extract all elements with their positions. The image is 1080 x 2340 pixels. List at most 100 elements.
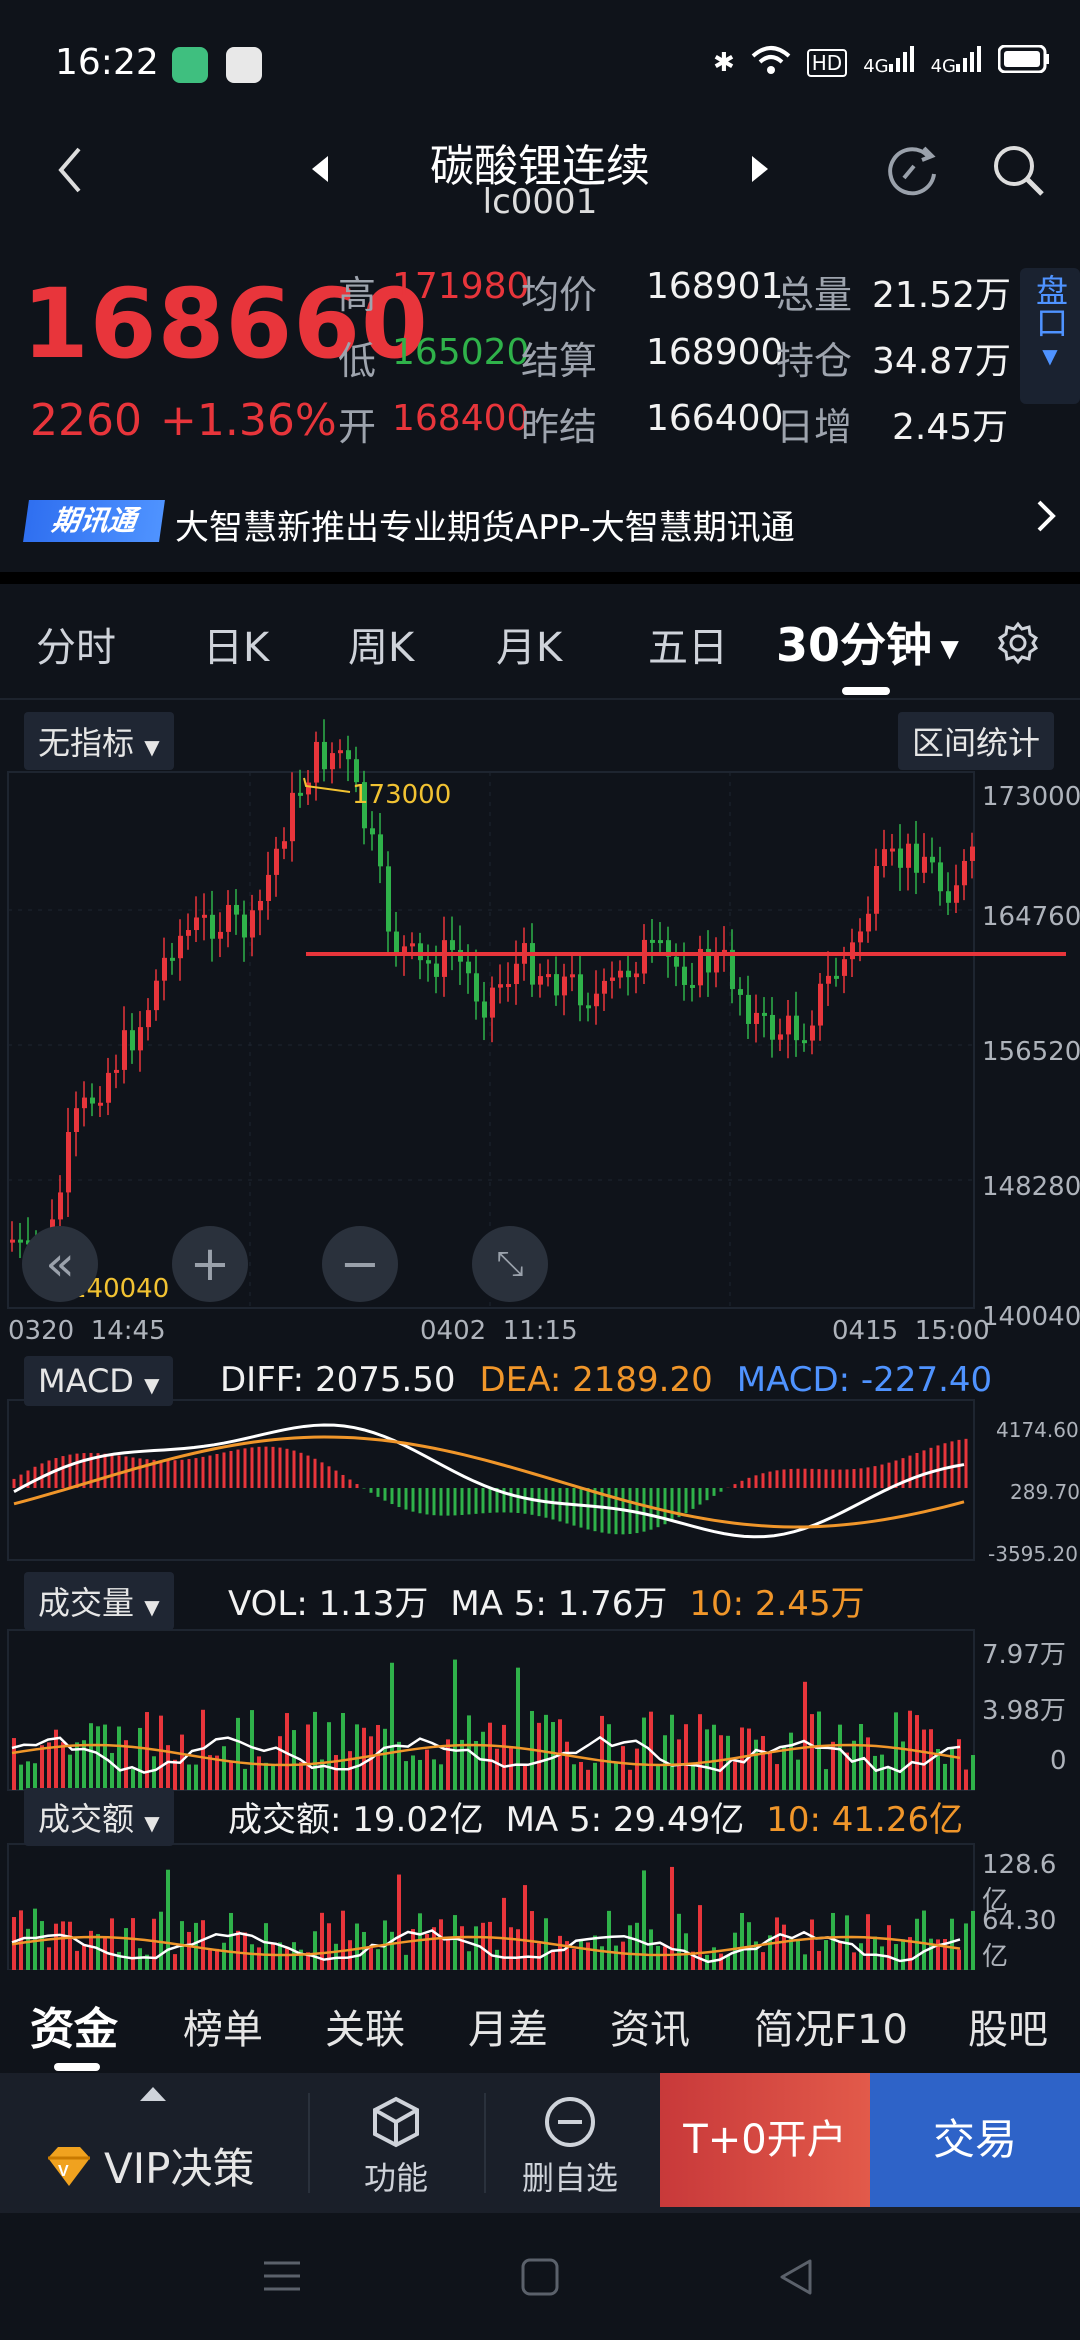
volume-bar bbox=[278, 1736, 282, 1790]
tab-rankings[interactable]: 榜单 bbox=[183, 1997, 263, 2055]
x-tick: 0415 15:00 bbox=[832, 1316, 990, 1346]
remove-watchlist-button[interactable]: 删自选 bbox=[514, 2095, 626, 2199]
tab-30min[interactable]: 30分钟 ▼ bbox=[776, 609, 959, 675]
candle-body bbox=[818, 983, 823, 1026]
volume-bar bbox=[138, 1727, 142, 1790]
oi-value: 34.87万 bbox=[872, 341, 1012, 382]
caret-down-icon: ▼ bbox=[144, 1373, 160, 1397]
volume-bar bbox=[453, 1659, 457, 1790]
caret-down-icon: ▼ bbox=[144, 1595, 160, 1619]
amount-bar bbox=[341, 1910, 345, 1970]
tab-monthly-k[interactable]: 月K bbox=[496, 615, 562, 673]
vip-button[interactable]: V VIP决策 bbox=[44, 2135, 254, 2196]
candle-body bbox=[970, 846, 975, 861]
change-percent: +1.36% bbox=[159, 395, 337, 446]
candle-body bbox=[394, 931, 399, 953]
volume-bar bbox=[145, 1712, 149, 1790]
change-value: 2260 bbox=[30, 395, 142, 446]
macd-dropdown[interactable]: MACD ▼ bbox=[24, 1356, 174, 1406]
next-contract-icon[interactable] bbox=[748, 154, 772, 188]
chevron-right-icon bbox=[1036, 498, 1056, 542]
candle-body bbox=[826, 975, 831, 984]
amount-label: 成交额 bbox=[38, 1800, 135, 1838]
tab-timeshare[interactable]: 分时 bbox=[36, 615, 116, 673]
amount-bar bbox=[887, 1925, 891, 1970]
candle-body bbox=[738, 989, 743, 995]
candle-body bbox=[298, 792, 303, 796]
price-change: 2260 +1.36% bbox=[30, 395, 337, 446]
kline-chart-area[interactable]: 无指标 ▼ 区间统计 173000 140040 173000 164760 1… bbox=[0, 700, 1080, 1972]
amount-bar bbox=[376, 1949, 380, 1970]
indicator-dropdown[interactable]: 无指标 ▼ bbox=[24, 712, 174, 770]
tab-funds[interactable]: 资金 bbox=[30, 1993, 118, 2057]
candle-body bbox=[450, 940, 455, 950]
tab-weekly-k[interactable]: 周K bbox=[348, 615, 414, 673]
zoom-out-icon[interactable]: − bbox=[322, 1226, 398, 1302]
scroll-left-icon[interactable]: « bbox=[22, 1226, 98, 1302]
tab-related[interactable]: 关联 bbox=[325, 1997, 405, 2055]
fullscreen-icon[interactable]: ⤡ bbox=[472, 1226, 548, 1302]
volume-bar bbox=[26, 1761, 30, 1790]
candle-body bbox=[690, 984, 695, 988]
function-button[interactable]: 功能 bbox=[356, 2095, 436, 2199]
refresh-icon[interactable] bbox=[884, 142, 942, 204]
volume-bar bbox=[768, 1752, 772, 1790]
volume-bar bbox=[789, 1732, 793, 1790]
pankou-button[interactable]: 盘口 ▼ bbox=[1020, 268, 1080, 404]
volume-bar bbox=[852, 1740, 856, 1790]
expand-up-icon[interactable] bbox=[138, 2083, 168, 2107]
tab-f10[interactable]: 简况F10 bbox=[754, 1997, 908, 2055]
tab-daily-k[interactable]: 日K bbox=[203, 615, 269, 673]
amount-bar bbox=[488, 1921, 492, 1970]
candle-body bbox=[482, 1001, 487, 1018]
amount-bar bbox=[446, 1936, 450, 1970]
back-nav-icon[interactable] bbox=[776, 2257, 816, 2301]
candle-body bbox=[842, 959, 847, 976]
tab-five-day[interactable]: 五日 bbox=[648, 615, 728, 673]
search-icon[interactable] bbox=[990, 142, 1048, 204]
tab-month-spread[interactable]: 月差 bbox=[468, 1997, 548, 2055]
candle-body bbox=[474, 973, 479, 1002]
amount-bar bbox=[47, 1947, 51, 1970]
home-nav-icon[interactable] bbox=[520, 2257, 560, 2301]
tab-forum[interactable]: 股吧 bbox=[968, 1997, 1048, 2055]
trade-button[interactable]: 交易 bbox=[870, 2073, 1080, 2207]
amount-bar bbox=[285, 1948, 289, 1970]
zoom-in-icon[interactable]: + bbox=[172, 1226, 248, 1302]
volume-bar bbox=[621, 1746, 625, 1790]
volume-bar bbox=[187, 1764, 191, 1790]
amount-bar bbox=[313, 1931, 317, 1970]
candle-body bbox=[90, 1097, 95, 1104]
volume-bar bbox=[439, 1764, 443, 1790]
macd-tick: 289.70 bbox=[1010, 1480, 1080, 1504]
candle-body bbox=[258, 900, 263, 911]
promo-banner[interactable]: 期讯通 大智慧新推出专业期货APP-大智慧期讯通 bbox=[0, 472, 1080, 568]
amount-bar bbox=[628, 1925, 632, 1970]
volume-bar bbox=[838, 1724, 842, 1790]
diamond-icon: V bbox=[48, 2146, 90, 2186]
range-stat-button[interactable]: 区间统计 bbox=[898, 712, 1055, 770]
amount-bar bbox=[187, 1931, 191, 1970]
amount-bar bbox=[82, 1945, 86, 1970]
volume-bar bbox=[628, 1769, 632, 1790]
volume-bar bbox=[82, 1740, 86, 1790]
volume-bar bbox=[243, 1768, 247, 1790]
battery-icon bbox=[997, 44, 1050, 80]
volume-bar bbox=[425, 1749, 429, 1790]
tab-news[interactable]: 资讯 bbox=[610, 1997, 690, 2055]
menu-nav-icon[interactable] bbox=[262, 2259, 302, 2297]
amt-value: 成交额: 19.02亿 bbox=[228, 1800, 484, 1840]
macd-values: DIFF: 2075.50 DEA: 2189.20 MACD: -227.40 bbox=[220, 1360, 992, 1400]
y-tick: 156520 bbox=[982, 1037, 1080, 1067]
amount-dropdown[interactable]: 成交额 ▼ bbox=[24, 1788, 174, 1846]
prev-settle-label: 昨结 bbox=[521, 405, 598, 449]
amount-bar bbox=[257, 1947, 261, 1970]
volume-bar bbox=[817, 1711, 821, 1790]
open-account-button[interactable]: T+0开户 bbox=[660, 2073, 870, 2207]
volume-bar bbox=[299, 1762, 303, 1790]
volume-bar bbox=[152, 1756, 156, 1790]
amount-bar bbox=[166, 1869, 170, 1970]
volume-bar bbox=[236, 1717, 240, 1790]
settings-gear-icon[interactable] bbox=[996, 621, 1040, 669]
volume-dropdown[interactable]: 成交量 ▼ bbox=[24, 1572, 174, 1630]
